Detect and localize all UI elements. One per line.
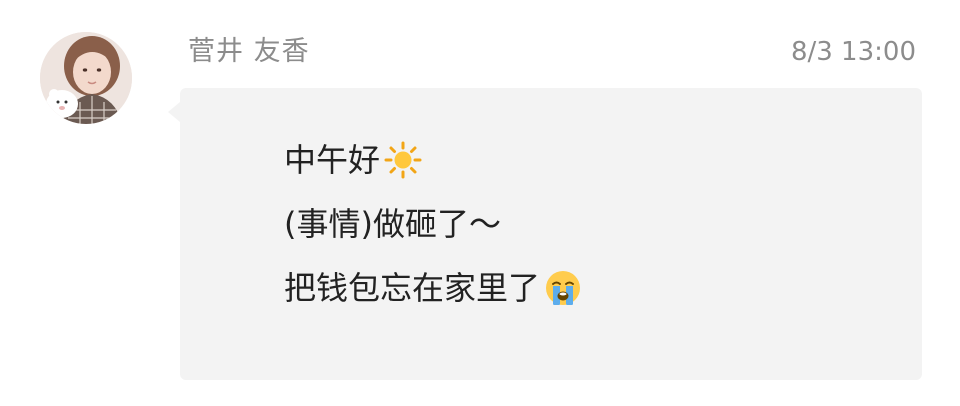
message-line: 把钱包忘在家里了 [284, 270, 582, 306]
message-line-text: (事情)做砸了～ [284, 205, 501, 243]
chat-message-screen: 菅井 友香 8/3 13:00 中午好 (事情)做砸了～ 把钱包忘在家里了 [0, 0, 960, 406]
message-line: (事情)做砸了～ [284, 206, 582, 242]
message-line-text: 中午好 [284, 141, 381, 179]
sun-emoji-icon [384, 141, 422, 179]
loudly-crying-face-emoji-icon [544, 269, 582, 307]
message-bubble[interactable]: 中午好 (事情)做砸了～ 把钱包忘在家里了 [168, 88, 922, 380]
avatar[interactable] [40, 32, 132, 124]
message-line: 中午好 [284, 141, 582, 179]
message-timestamp: 8/3 13:00 [790, 37, 916, 67]
message-line-text: 把钱包忘在家里了 [284, 269, 541, 307]
message-text: 中午好 (事情)做砸了～ 把钱包忘在家里了 [284, 141, 582, 334]
sender-name: 菅井 友香 [188, 36, 310, 67]
